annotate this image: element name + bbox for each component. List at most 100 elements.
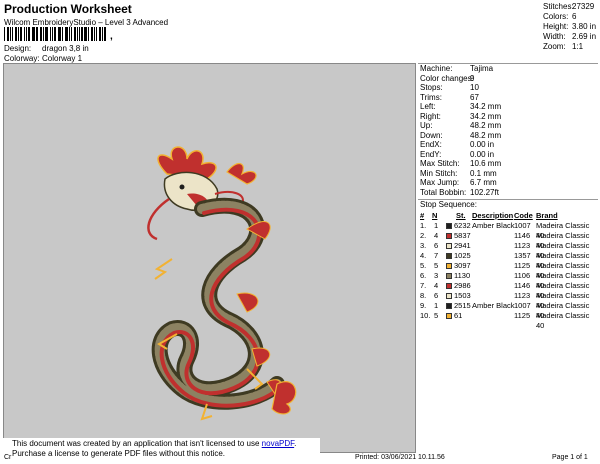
barcode-bar [35,27,37,41]
barcode-bar [24,27,26,41]
stop-cell-n: 5 [434,311,439,320]
detail-row: Min Stitch: 0.1 mm [418,169,598,179]
detail-value: 34.2 mm [470,102,502,111]
barcode-bar [31,27,35,41]
stop-cell-code: 1007 [514,301,531,310]
barcode-bar [27,27,30,41]
detail-row: Right: 34.2 mm [418,112,598,122]
stop-cell-num: 1. [420,221,427,230]
stop-cell-n: 4 [434,231,439,240]
stop-cell-code: 1146 [514,231,531,240]
stop-cell-num: 8. [420,291,427,300]
detail-value: 34.2 mm [470,111,502,121]
notice-line-1: This document was created by an applicat… [12,439,308,449]
notice-suffix: . [294,439,297,448]
stop-row: 6. 3 1130 1106 Madeira Classic 40 [418,271,598,290]
detail-label: Max Jump: [420,178,460,187]
barcode-bar [84,27,88,41]
detail-label: Trims: [420,92,442,102]
stop-cell-st: 1025 [454,251,471,260]
stop-row: 2. 4 5837 1146 Madeira Classic 40 [418,231,598,250]
barcode-bar [88,27,89,41]
detail-row: Max Jump: 6.7 mm [418,178,598,188]
barcode-bar [81,27,84,41]
detail-value: 0.1 mm [470,168,497,178]
colorway-label: Colorway: [4,54,40,63]
page-title: Production Worksheet [4,2,132,16]
barcode-bar [95,27,97,41]
detail-value: 102.27ft [470,187,499,197]
detail-row: EndY: 0.00 in [418,150,598,160]
stop-cell-desc: Amber Black [472,301,515,310]
height-value: 3.80 in [572,22,597,31]
stop-cell-st: 1503 [454,291,471,300]
stop-cell-n: 3 [434,271,439,280]
stop-row: 4. 7 1025 1357 Madeira Classic 40 [418,251,598,270]
stop-cell-code: 1357 [514,251,531,260]
stop-cell-st: 2941 [454,241,471,250]
barcode-bar [11,27,13,41]
stop-cell-code: 1123 [514,241,531,250]
barcode-bar [45,27,48,41]
barcode-bar [102,27,104,41]
detail-value: 0.00 in [470,149,495,159]
barcode-bar [49,27,51,41]
detail-label: Right: [420,111,441,121]
stop-cell-num: 3. [420,241,427,250]
stop-cell-code: 1125 [514,261,531,270]
detail-value: 48.2 mm [470,130,502,140]
detail-value: 6.7 mm [470,178,497,187]
stop-row: 10. 5 61 1125 Madeira Classic 40 [418,311,598,330]
barcode-bar [62,27,64,41]
footer-left: Cr [4,454,12,461]
page-indicator: Page 1 of 1 [552,454,588,461]
detail-label: Stops: [420,83,443,92]
detail-row: Down: 48.2 mm [418,131,598,141]
detail-row: EndX: 0.00 in [418,140,598,150]
detail-label: Machine: [420,64,453,73]
novapdf-link[interactable]: novaPDF [262,439,294,448]
zoom-value: 1:1 [572,42,584,51]
footer: Cr Printed: 03/06/2021 10.11.56 Page 1 o… [0,453,600,463]
stop-cell-n: 1 [434,301,439,310]
stop-row: 5. 5 3097 1125 Madeira Classic 40 [418,261,598,280]
detail-value: 10.6 mm [470,159,502,168]
detail-value: 67 [470,92,479,102]
detail-row: Up: 48.2 mm [418,121,598,131]
thread-color-swatch [446,253,452,259]
barcode-bar [18,27,20,41]
thread-color-swatch [446,243,452,249]
thread-color-swatch [446,223,452,229]
barcode-suffix: , [110,31,113,42]
detail-row: Stops: 10 [418,83,598,93]
thread-color-swatch [446,303,452,309]
printed-timestamp: Printed: 03/06/2021 10.11.56 [355,454,445,461]
thread-color-swatch [446,273,452,279]
stop-cell-num: 2. [420,231,427,240]
stop-cell-st: 6232 [454,221,471,230]
stop-sequence-label: Stop Sequence: [420,200,477,209]
stop-cell-n: 4 [434,281,439,290]
barcode-bar [93,27,95,41]
colorway-value: Colorway 1 [42,54,83,63]
barcode-bar [20,27,23,41]
detail-value: 48.2 mm [470,121,502,130]
thread-color-swatch [446,263,452,269]
stop-cell-code: 1106 [514,271,531,280]
stop-cell-n: 7 [434,251,439,260]
detail-label: Color changes: [420,73,474,83]
detail-row: Total Bobbin: 102.27ft [418,188,598,198]
barcode-bar [73,27,76,41]
stop-sequence-title: Stop Sequence: [418,200,598,210]
barcode-bar [6,27,9,41]
barcode [4,27,108,41]
design-preview[interactable] [3,63,416,453]
stop-cell-code: 1007 [514,221,531,230]
stop-cell-code: 1125 [514,311,531,320]
barcode-bar [90,27,93,41]
stop-cell-st: 5837 [454,231,471,240]
barcode-bar [53,27,56,41]
column-header-desc: Description [472,211,514,220]
design-value: dragon 3,8 in [42,44,89,53]
stop-row: 1. 1 6232 Amber Black 1007 Madeira Classic 40 [418,221,598,240]
